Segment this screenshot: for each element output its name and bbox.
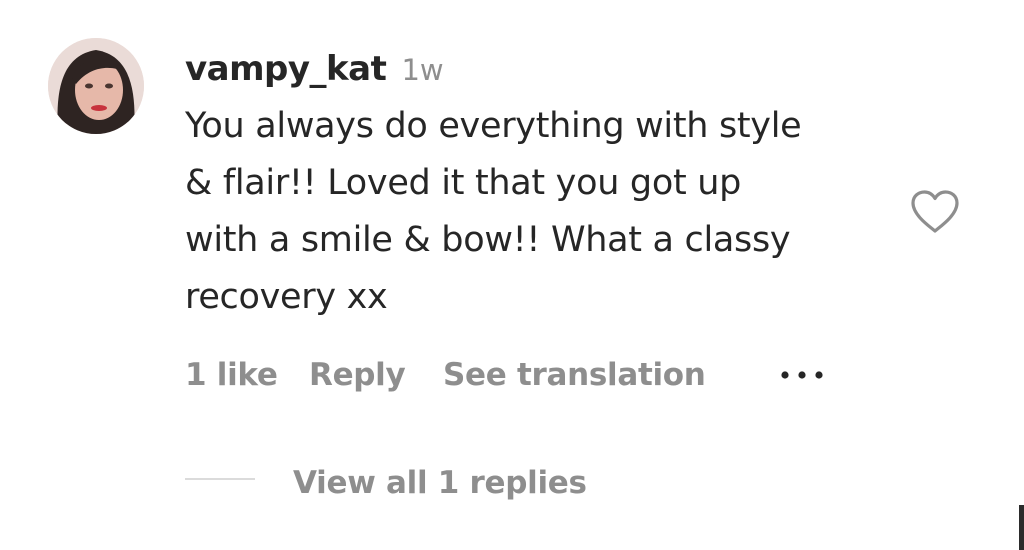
- avatar[interactable]: [48, 38, 144, 134]
- comment-timestamp[interactable]: 1w: [401, 53, 443, 87]
- like-heart-icon[interactable]: [907, 188, 963, 236]
- comment-text-line: recovery xx: [185, 277, 388, 317]
- comment-text-line: & flair!! Loved it that you got up: [185, 163, 741, 203]
- view-replies-button[interactable]: View all 1 replies: [293, 461, 587, 505]
- like-count-link[interactable]: 1 like: [185, 352, 278, 398]
- comment-header: vampy_kat 1w: [185, 47, 444, 91]
- see-translation-button[interactable]: See translation: [443, 352, 706, 398]
- comment-text-line: You always do everything with style: [185, 106, 802, 146]
- scrollbar-edge: [1019, 505, 1024, 550]
- comment-text: You always do everything with style & fl…: [185, 98, 895, 326]
- comment-username[interactable]: vampy_kat: [185, 49, 387, 89]
- ellipsis-icon[interactable]: [778, 362, 828, 388]
- comment-text-line: with a smile & bow!! What a classy: [185, 220, 791, 260]
- replies-divider: [185, 478, 255, 480]
- reply-button[interactable]: Reply: [309, 352, 406, 398]
